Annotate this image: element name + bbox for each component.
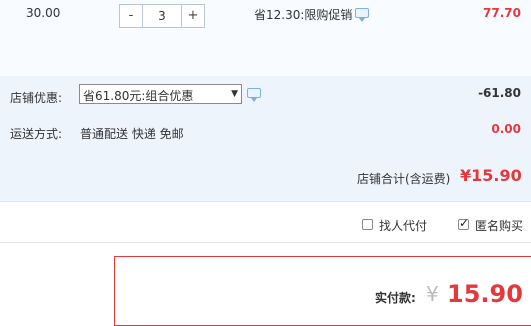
discount-select[interactable]: 省61.80元:组合优惠 ▼ — [79, 84, 242, 104]
item-total: 77.70 — [483, 6, 521, 20]
unit-price: 30.00 — [26, 6, 61, 20]
promotion-text: 省12.30:限购促销 — [254, 8, 353, 22]
quantity-input[interactable]: 3 — [142, 5, 182, 27]
quantity-stepper[interactable]: - 3 + — [119, 4, 205, 28]
payment-options-row: 找人代付 匿名购买 — [0, 212, 531, 240]
discount-selected-option: 省61.80元:组合优惠 — [83, 89, 194, 103]
dropdown-arrow-icon: ▼ — [231, 89, 238, 99]
store-total-label: 店铺合计(含运费) — [357, 172, 451, 186]
cart-item-row: 30.00 - 3 + 省12.30:限购促销 77.70 — [0, 0, 531, 76]
proxy-pay-checkbox[interactable] — [362, 219, 373, 230]
actual-payment-label: 实付款: — [375, 291, 416, 305]
currency-symbol: ¥ — [426, 282, 439, 306]
store-discount-row: 店铺优惠: 省61.80元:组合优惠 ▼ -61.80 — [0, 76, 531, 116]
store-total-row: 店铺合计(含运费) ¥15.90 — [0, 146, 531, 202]
shipping-method: 普通配送 快递 免邮 — [80, 127, 184, 141]
shipping-label: 运送方式: — [10, 127, 63, 141]
discount-amount: -61.80 — [478, 86, 521, 100]
shipping-fee: 0.00 — [491, 122, 521, 136]
increase-quantity-button[interactable]: + — [182, 5, 204, 27]
divider — [0, 242, 531, 243]
actual-payment-amount: 15.90 — [447, 280, 523, 308]
store-total-value: ¥15.90 — [460, 166, 522, 185]
chat-bubble-icon[interactable] — [355, 8, 369, 22]
decrease-quantity-button[interactable]: - — [120, 5, 142, 27]
shipping-row: 运送方式: 普通配送 快递 免邮 0.00 — [0, 116, 531, 146]
anonymous-purchase-label[interactable]: 匿名购买 — [475, 217, 523, 234]
proxy-pay-label[interactable]: 找人代付 — [379, 217, 427, 234]
chat-bubble-icon[interactable] — [247, 88, 261, 102]
discount-label: 店铺优惠: — [10, 91, 63, 105]
anonymous-purchase-checkbox[interactable] — [458, 216, 469, 230]
